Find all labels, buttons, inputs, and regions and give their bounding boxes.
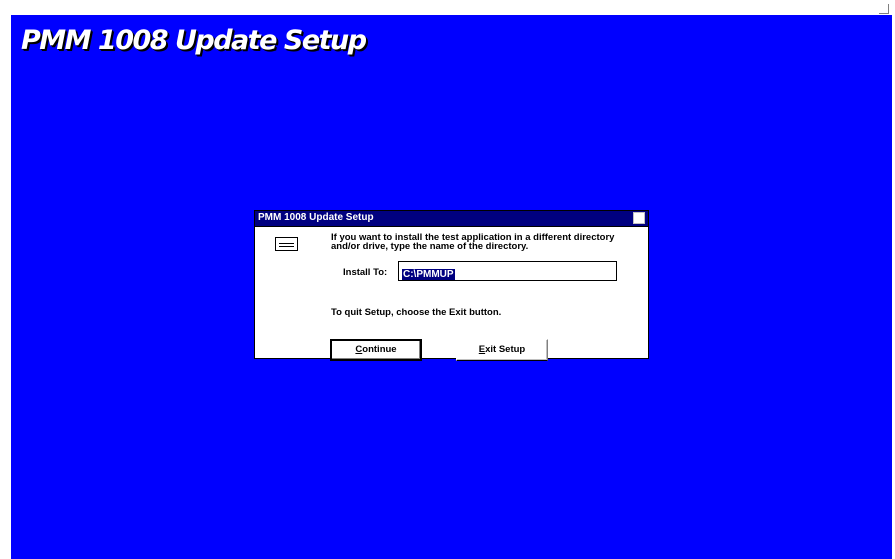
install-path-value[interactable]: C:\PMMUP: [402, 269, 455, 280]
continue-button-label: Continue: [355, 344, 397, 355]
quit-note: To quit Setup, choose the Exit button.: [331, 307, 502, 318]
control-menu-box[interactable]: [633, 212, 645, 224]
install-instruction: If you want to install the test applicat…: [331, 232, 615, 252]
setup-background: PMM 1008 Update Setup PMM 1008 Update Se…: [11, 15, 892, 559]
setup-banner-title: PMM 1008 Update Setup: [21, 25, 367, 56]
dialog-body: If you want to install the test applicat…: [255, 226, 648, 361]
desktop-screen: PMM 1008 Update Setup PMM 1008 Update Se…: [0, 0, 895, 559]
install-dialog: PMM 1008 Update Setup If you want to ins…: [254, 210, 649, 361]
drive-slot: [279, 243, 294, 247]
dialog-titlebar[interactable]: PMM 1008 Update Setup: [255, 211, 648, 226]
install-path-input[interactable]: C:\PMMUP: [398, 261, 617, 281]
dialog-title: PMM 1008 Update Setup: [258, 212, 374, 223]
exit-setup-button-label: Exit Setup: [478, 344, 526, 355]
disk-drive-icon: [275, 237, 298, 251]
continue-button[interactable]: Continue: [330, 339, 422, 361]
exit-setup-button[interactable]: Exit Setup: [456, 339, 548, 361]
install-to-label: Install To:: [343, 267, 388, 278]
window-corner-mark: [879, 4, 889, 14]
